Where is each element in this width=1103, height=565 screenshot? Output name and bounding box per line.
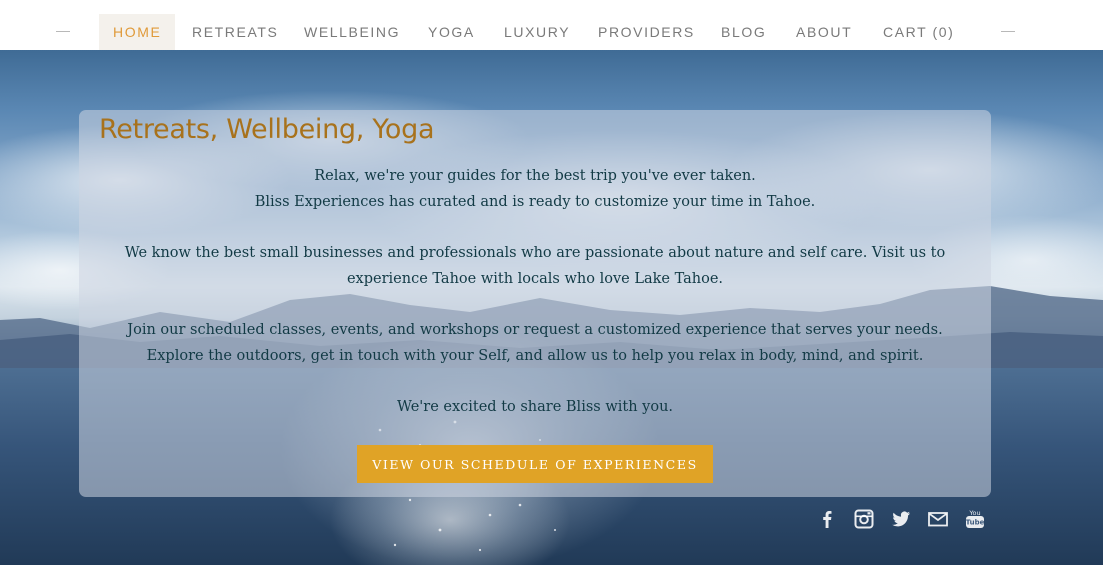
intro-paragraph: We know the best small businesses and pr… [79, 241, 991, 292]
twitter-icon[interactable] [889, 507, 913, 531]
top-navigation: HOME RETREATS WELLBEING YOGA LUXURY PROV… [0, 0, 1103, 50]
intro-copy: Relax, we're your guides for the best tr… [79, 164, 991, 421]
nav-divider-right [1001, 31, 1015, 32]
nav-item-providers[interactable]: PROVIDERS [598, 14, 695, 50]
svg-text:You: You [968, 509, 980, 517]
intro-line: We're excited to share Bliss with you. [396, 399, 674, 416]
social-links: You Tube [815, 507, 987, 531]
nav-item-retreats[interactable]: RETREATS [192, 14, 278, 50]
svg-text:Tube: Tube [966, 519, 985, 527]
youtube-icon[interactable]: You Tube [963, 507, 987, 531]
intro-paragraph: We're excited to share Bliss with you. [79, 395, 991, 421]
intro-panel: Retreats, Wellbeing, Yoga Relax, we're y… [79, 110, 991, 497]
nav-item-wellbeing[interactable]: WELLBEING [304, 14, 400, 50]
nav-item-blog[interactable]: BLOG [721, 14, 766, 50]
facebook-icon[interactable] [815, 507, 839, 531]
nav-divider-left [56, 31, 70, 32]
nav-item-luxury[interactable]: LUXURY [504, 14, 570, 50]
email-icon[interactable] [926, 507, 950, 531]
nav-item-cart[interactable]: CART (0) [883, 14, 954, 50]
nav-item-home[interactable]: HOME [99, 14, 176, 50]
instagram-icon[interactable] [852, 507, 876, 531]
panel-title: Retreats, Wellbeing, Yoga [99, 114, 435, 145]
intro-line: We know the best small businesses and pr… [124, 245, 946, 262]
intro-line: Join our scheduled classes, events, and … [127, 322, 943, 339]
intro-line: Bliss Experiences has curated and is rea… [254, 193, 816, 210]
intro-line: Relax, we're your guides for the best tr… [314, 168, 756, 184]
view-schedule-button[interactable]: VIEW OUR SCHEDULE OF EXPERIENCES [357, 445, 713, 483]
nav-item-about[interactable]: ABOUT [796, 14, 852, 50]
intro-line: experience Tahoe with locals who love La… [346, 270, 724, 287]
intro-line: Explore the outdoors, get in touch with … [146, 347, 924, 364]
intro-paragraph: Relax, we're your guides for the best tr… [79, 164, 991, 215]
nav-item-yoga[interactable]: YOGA [428, 14, 475, 50]
intro-paragraph: Join our scheduled classes, events, and … [79, 318, 991, 369]
